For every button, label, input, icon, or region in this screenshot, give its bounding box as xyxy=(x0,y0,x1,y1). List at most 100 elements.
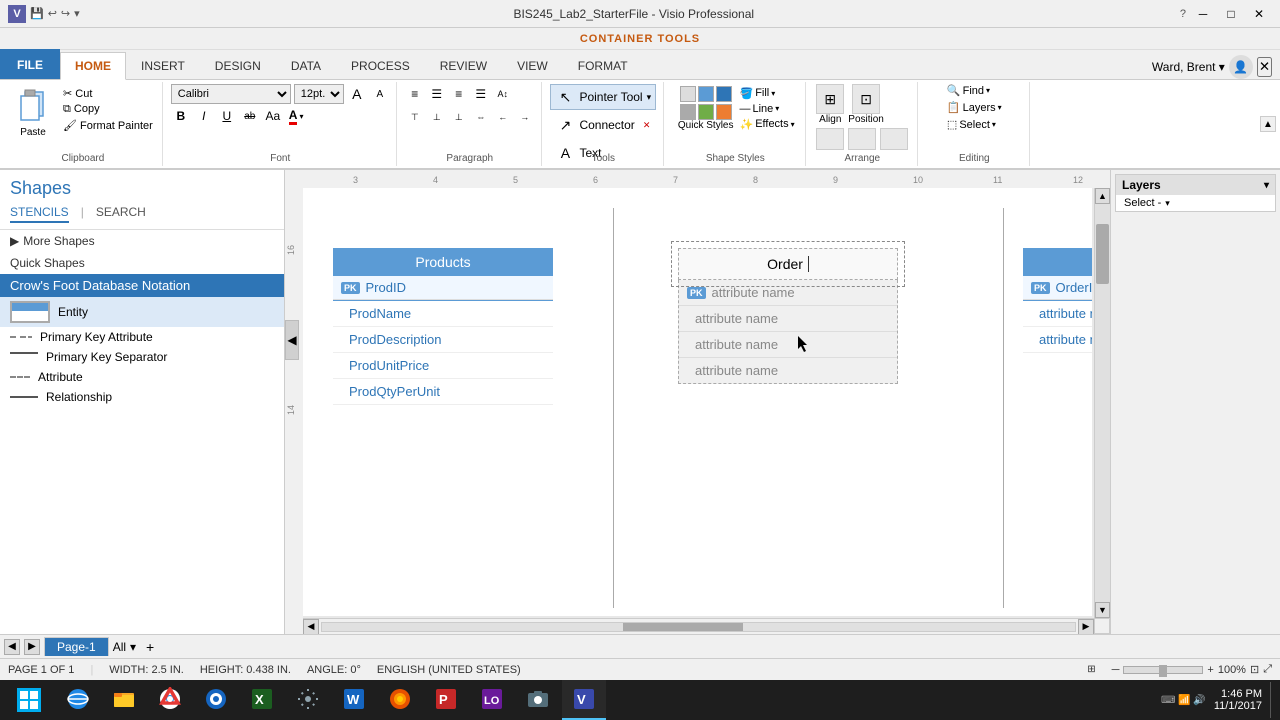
all-pages[interactable]: All ▾ xyxy=(113,640,136,654)
quick-shapes-item[interactable]: Quick Shapes xyxy=(0,252,284,274)
format-painter-button[interactable]: 🖌 Format Painter xyxy=(60,118,156,133)
find-button[interactable]: 🔍Find▾ xyxy=(947,84,990,97)
align-right-button[interactable]: ≡ xyxy=(449,84,469,104)
quick-styles-button[interactable]: Quick Styles xyxy=(676,84,736,133)
indent-dec-button[interactable]: ← xyxy=(493,107,513,127)
top-align-button[interactable]: ⊤ xyxy=(405,107,425,127)
tab-process[interactable]: PROCESS xyxy=(336,51,425,79)
sidebar-collapse-button[interactable]: ◀ xyxy=(285,320,299,360)
more-shapes-item[interactable]: ▶ More Shapes xyxy=(0,230,284,252)
taskbar-camera[interactable] xyxy=(516,680,560,720)
canvas[interactable]: Products PK ProdID ProdName ProdDescript… xyxy=(303,188,1092,616)
orders-attr1[interactable]: attribute name xyxy=(1023,301,1092,327)
tab-insert[interactable]: INSERT xyxy=(126,51,200,79)
zoom-minus[interactable]: ─ xyxy=(1112,664,1120,676)
layers-expand[interactable]: ▾ xyxy=(1264,180,1269,191)
hscroll-track[interactable] xyxy=(321,622,1076,632)
order-pk-row[interactable]: PK attribute name xyxy=(679,280,897,306)
layers-button[interactable]: 📋Layers▾ xyxy=(947,101,1002,114)
vertical-scrollbar[interactable]: ▲ ▼ xyxy=(1094,188,1110,618)
start-button[interactable] xyxy=(4,680,54,720)
sidebar-tab-stencils[interactable]: STENCILS xyxy=(10,205,69,223)
taskbar-ppt[interactable]: P xyxy=(424,680,468,720)
entity-orders[interactable]: Orders PK OrderID attribute name attribu… xyxy=(1023,248,1092,353)
align-center-button[interactable]: ☰ xyxy=(427,84,447,104)
orders-attr2[interactable]: attribute name xyxy=(1023,327,1092,353)
bot-align-button[interactable]: ⊥ xyxy=(449,107,469,127)
fill-button[interactable]: 🪣Fill▾ xyxy=(739,87,794,100)
ribbon-collapse[interactable]: ▲ xyxy=(1260,82,1276,166)
bullet-list-button[interactable]: ☰ xyxy=(471,84,491,104)
select-button[interactable]: ⬚Select▾ xyxy=(947,118,996,131)
products-header[interactable]: Products xyxy=(333,248,553,276)
font-shrink-button[interactable]: A xyxy=(370,84,390,104)
active-stencil[interactable]: Crow's Foot Database Notation xyxy=(0,274,284,297)
scroll-left-button[interactable]: ◀ xyxy=(303,619,319,635)
attribute-item[interactable]: Attribute xyxy=(0,367,284,387)
font-size-select[interactable]: 12pt. xyxy=(294,84,344,104)
taskbar[interactable]: X W P LO V ⌨ 📶 🔊 xyxy=(0,680,1280,720)
tab-file[interactable]: FILE xyxy=(0,49,60,79)
relationship-item[interactable]: Relationship xyxy=(0,387,284,407)
indent-inc-button[interactable]: → xyxy=(515,107,535,127)
entity-order[interactable]: Order PK attribute name attribute name a… xyxy=(678,248,898,384)
zoom-fit-button[interactable]: ⊡ xyxy=(1250,663,1259,676)
mid-align-button[interactable]: ⊥ xyxy=(427,107,447,127)
copy-button[interactable]: ⧉ Copy xyxy=(60,102,156,117)
text-dir-button[interactable]: ⇔ xyxy=(471,107,491,127)
tab-design[interactable]: DESIGN xyxy=(200,51,276,79)
entity-shape-item[interactable]: Entity xyxy=(0,297,284,327)
ribbon-tabs[interactable]: FILE HOME INSERT DESIGN DATA PROCESS REV… xyxy=(0,50,1280,80)
font-grow-button[interactable]: A xyxy=(347,84,367,104)
scroll-up-button[interactable]: ▲ xyxy=(1095,188,1110,204)
show-desktop-button[interactable] xyxy=(1270,682,1276,718)
page-tabs[interactable]: ◀ ▶ Page-1 All ▾ + xyxy=(0,634,1280,658)
arrange-btn1[interactable] xyxy=(816,128,844,150)
page-scroll-left[interactable]: ◀ xyxy=(4,639,20,655)
order-body[interactable]: PK attribute name attribute name attribu… xyxy=(678,280,898,384)
tab-view[interactable]: VIEW xyxy=(502,51,563,79)
taskbar-explorer[interactable] xyxy=(102,680,146,720)
page-scroll-right[interactable]: ▶ xyxy=(24,639,40,655)
hscroll-thumb[interactable] xyxy=(623,623,743,631)
order-attr3[interactable]: attribute name xyxy=(679,358,897,383)
taskbar-ie[interactable] xyxy=(56,680,100,720)
products-proddesc[interactable]: ProdDescription xyxy=(333,327,553,353)
zoom-controls[interactable]: ─ + 100% ⊡ ⤢ xyxy=(1112,663,1272,676)
maximize-button[interactable]: □ xyxy=(1218,3,1244,25)
taskbar-visio[interactable]: V xyxy=(562,680,606,720)
taskbar-excel[interactable]: X xyxy=(240,680,284,720)
tab-data[interactable]: DATA xyxy=(276,51,336,79)
order-attr1[interactable]: attribute name xyxy=(679,306,897,332)
bold-button[interactable]: B xyxy=(171,106,191,126)
zoom-thumb[interactable] xyxy=(1159,665,1167,677)
taskbar-word[interactable]: W xyxy=(332,680,376,720)
position-button[interactable]: ⊡ Position xyxy=(848,84,884,125)
zoom-plus[interactable]: + xyxy=(1207,664,1213,676)
italic-button[interactable]: I xyxy=(194,106,214,126)
vscroll-thumb[interactable] xyxy=(1096,224,1109,284)
line-button[interactable]: —Line▾ xyxy=(739,103,794,115)
taskbar-firefox[interactable] xyxy=(378,680,422,720)
pk-attribute-item[interactable]: Primary Key Attribute xyxy=(0,327,284,347)
products-prodprice[interactable]: ProdUnitPrice xyxy=(333,353,553,379)
taskbar-logo[interactable]: LO xyxy=(470,680,514,720)
font-aa-button[interactable]: Aa xyxy=(263,106,283,126)
effects-button[interactable]: ✨Effects▾ xyxy=(739,118,794,131)
tab-home[interactable]: HOME xyxy=(60,52,126,80)
order-header[interactable]: Order xyxy=(678,248,898,280)
order-attr2[interactable]: attribute name xyxy=(679,332,897,358)
add-page-button[interactable]: + xyxy=(140,637,160,657)
zoom-expand[interactable]: ⤢ xyxy=(1263,663,1272,676)
select-dropdown[interactable]: ▾ xyxy=(1165,198,1170,209)
select-panel-item[interactable]: Select - ▾ xyxy=(1116,195,1275,211)
close-doc-button[interactable]: ✕ xyxy=(1257,57,1272,77)
canvas-area[interactable]: 3 4 5 6 7 8 9 10 11 12 13 16 15 14 xyxy=(285,170,1110,634)
strikethrough-button[interactable]: ab xyxy=(240,106,260,126)
underline-button[interactable]: U xyxy=(217,106,237,126)
arrange-btn2[interactable] xyxy=(848,128,876,150)
font-family-select[interactable]: Calibri xyxy=(171,84,291,104)
shrink-text-button[interactable]: A↕ xyxy=(493,84,513,104)
taskbar-chrome[interactable] xyxy=(148,680,192,720)
cut-button[interactable]: ✂ Cut xyxy=(60,86,156,101)
